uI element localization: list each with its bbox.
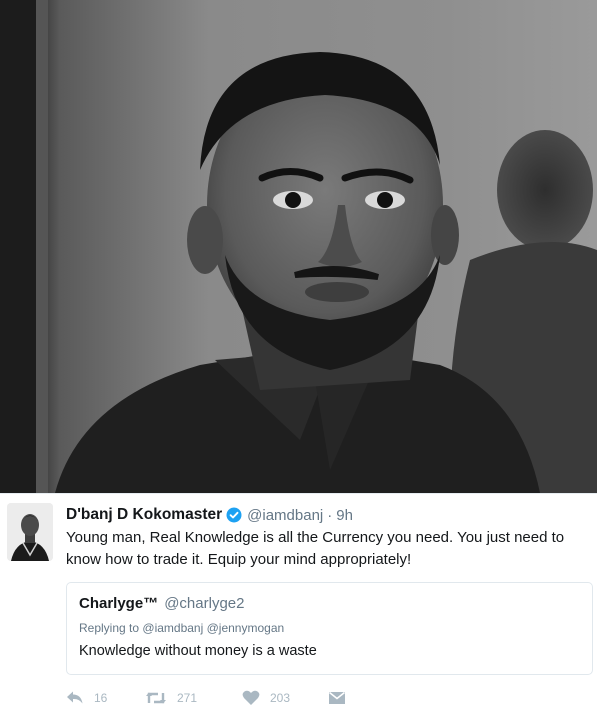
- replying-to-prefix: Replying to: [79, 621, 140, 635]
- replying-to: Replying to @iamdbanj @jennymogan: [79, 621, 284, 635]
- retweet-count: 271: [177, 691, 198, 705]
- author-name[interactable]: D'banj D Kokomaster: [66, 506, 222, 524]
- tweet-actions: 16 271 203: [66, 688, 366, 708]
- tweet-photo[interactable]: [0, 0, 597, 493]
- quoted-author-handle[interactable]: @charlyge2: [164, 595, 244, 612]
- like-count: 203: [270, 691, 291, 705]
- avatar[interactable]: [7, 503, 53, 561]
- reply-icon: [67, 691, 83, 704]
- separator-dot: ·: [327, 506, 333, 524]
- direct-message-icon: [329, 691, 345, 704]
- replying-to-mentions[interactable]: @iamdbanj @jennymogan: [142, 621, 284, 635]
- reply-count: 16: [94, 691, 108, 705]
- avatar-image: [7, 503, 53, 561]
- tweet-text: Young man, Real Knowledge is all the Cur…: [66, 529, 565, 568]
- divider: [0, 493, 597, 494]
- tweet-header: D'banj D Kokomaster @iamdbanj · 9h: [66, 503, 353, 527]
- verified-badge-icon: [226, 507, 242, 523]
- retweet-icon: [146, 692, 166, 704]
- author-handle[interactable]: @iamdbanj: [247, 507, 323, 524]
- heart-icon: [242, 690, 260, 705]
- quoted-header: Charlyge™ @charlyge2: [79, 595, 244, 612]
- quoted-author-name[interactable]: Charlyge™: [79, 595, 158, 612]
- timestamp[interactable]: 9h: [336, 507, 353, 524]
- reply-button[interactable]: 16: [66, 688, 107, 708]
- quoted-tweet[interactable]: Charlyge™ @charlyge2 Replying to @iamdba…: [66, 582, 593, 675]
- retweet-button[interactable]: 271: [145, 688, 197, 708]
- portrait-image: [0, 0, 597, 493]
- like-button[interactable]: 203: [242, 688, 290, 708]
- direct-message-button[interactable]: [328, 688, 346, 708]
- quoted-text: Knowledge without money is a waste: [79, 643, 317, 659]
